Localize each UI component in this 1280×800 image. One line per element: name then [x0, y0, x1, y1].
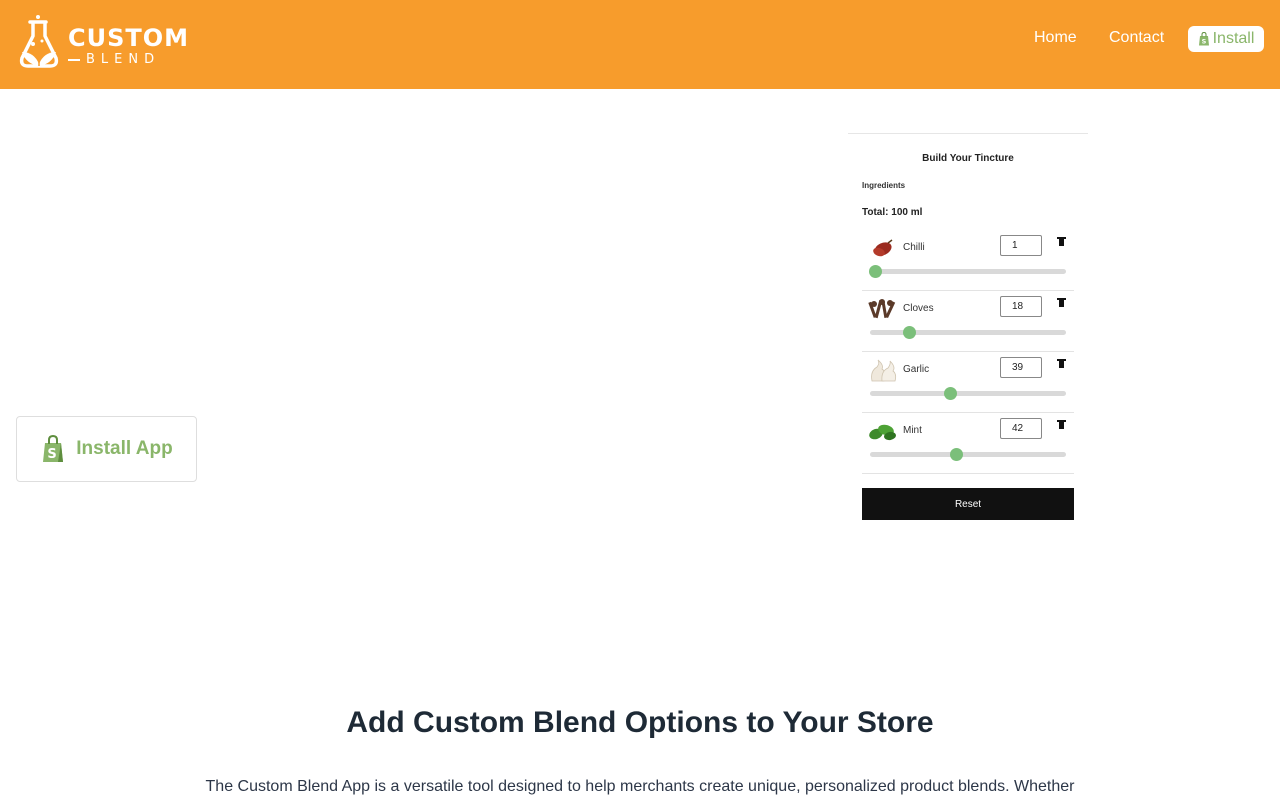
ingredient-slider-knob[interactable] [869, 265, 883, 278]
install-app-label: Install App [76, 438, 173, 459]
reset-label: Reset [954, 498, 982, 510]
logo[interactable]: CUSTOM BLEND [16, 14, 188, 74]
ingredient-name: Chilli [903, 242, 925, 253]
ingredient-quantity-input[interactable]: 39 [1000, 357, 1042, 378]
ingredient-slider-track[interactable] [870, 391, 1066, 396]
ingredient-slider-track[interactable] [870, 452, 1066, 457]
shopify-bag-icon: S [1198, 32, 1209, 46]
shopify-bag-icon: S [43, 435, 64, 462]
blend-builder-preview: Build Your Tincture Ingredients Total: 1… [848, 133, 1088, 533]
ingredient-quantity-input[interactable]: 1 [1000, 235, 1042, 256]
ingredient-row: Cloves 18 [862, 291, 1074, 352]
header-install-label: Install [1212, 30, 1255, 47]
ingredient-slider-track[interactable] [870, 269, 1066, 274]
ingredient-slider-knob[interactable] [949, 448, 963, 461]
total-label: Total: 100 ml [862, 207, 923, 218]
nav-home-link[interactable]: Home [1034, 29, 1077, 47]
trash-icon[interactable] [1057, 298, 1066, 307]
install-app-button[interactable]: S Install App [16, 416, 197, 482]
header-install-button[interactable]: S Install [1188, 26, 1264, 52]
trash-icon[interactable] [1057, 237, 1066, 246]
ingredient-row: Garlic 39 [862, 352, 1074, 413]
reset-button[interactable]: Reset [862, 488, 1074, 520]
trash-icon[interactable] [1057, 420, 1066, 429]
logo-subword-text: BLEND [86, 52, 161, 67]
garlic-icon [871, 359, 897, 382]
page-description: The Custom Blend App is a versatile tool… [205, 778, 1075, 795]
svg-text:S: S [48, 447, 57, 462]
nav-contact-link[interactable]: Contact [1109, 29, 1164, 47]
ingredient-name: Garlic [903, 364, 930, 375]
mint-icon [869, 424, 896, 441]
logo-subwordmark: BLEND [68, 52, 172, 67]
ingredient-quantity-input[interactable]: 42 [1000, 418, 1042, 439]
logo-wordmark: CUSTOM [68, 24, 190, 52]
ingredient-slider-knob[interactable] [943, 387, 957, 400]
svg-text:S: S [1201, 38, 1206, 46]
site-header: CUSTOM BLEND Home Contact S Install [0, 0, 1280, 89]
cloves-icon [868, 299, 896, 319]
ingredient-slider-track[interactable] [870, 330, 1066, 335]
ingredient-name: Mint [903, 425, 922, 436]
logo-icon [19, 15, 59, 68]
chilli-icon [873, 239, 893, 257]
ingredient-row: Chilli 1 [862, 230, 1074, 291]
ingredient-slider-knob[interactable] [902, 326, 916, 339]
ingredient-quantity-input[interactable]: 18 [1000, 296, 1042, 317]
trash-icon[interactable] [1057, 359, 1066, 368]
ingredient-name: Cloves [903, 303, 934, 314]
preview-title: Build Your Tincture [922, 153, 1014, 164]
page-heading: Add Custom Blend Options to Your Store [346, 706, 934, 739]
ingredients-label: Ingredients [862, 181, 906, 190]
ingredient-row: Mint 42 [862, 413, 1074, 474]
